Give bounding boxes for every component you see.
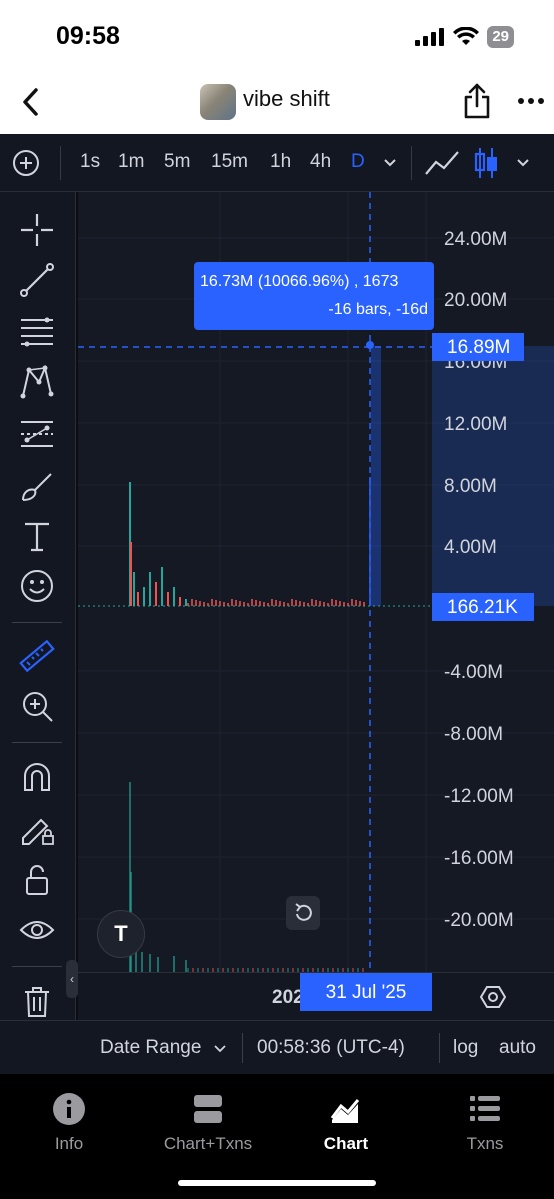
timeframe-1h[interactable]: 1h [270, 151, 291, 173]
txns-list-icon [470, 1096, 500, 1121]
battery-level: 29 [487, 26, 514, 48]
crosshair-price-tag: 16.89M [432, 333, 524, 361]
last-price-tag: 166.21K [432, 593, 534, 621]
fib-channel-icon[interactable] [17, 312, 57, 352]
tab-chart[interactable]: Chart [291, 1092, 401, 1154]
unlock-icon[interactable] [17, 860, 57, 900]
measure-bars: -16 bars, -16d [328, 301, 428, 318]
tab-txns[interactable]: Txns [430, 1092, 540, 1154]
drawing-toolbar [0, 192, 76, 1076]
divider [12, 742, 62, 743]
price-axis-label: -4.00M [444, 662, 503, 683]
trend-line-icon[interactable] [17, 260, 57, 300]
crosshair-date-tag: 31 Jul '25 [300, 973, 432, 1011]
trash-icon[interactable] [17, 982, 57, 1022]
tab-label: Chart [323, 1134, 369, 1153]
timeframe-15m[interactable]: 15m [211, 151, 248, 173]
crosshair-point [366, 341, 374, 349]
price-axis-label: 12.00M [444, 414, 507, 435]
price-axis-label: 4.00M [444, 537, 497, 558]
price-axis-label: -8.00M [444, 724, 503, 745]
candlestick-icon[interactable] [472, 146, 500, 180]
tab-chart-txns[interactable]: Chart+Txns [153, 1092, 263, 1154]
price-axis-label: 20.00M [444, 290, 507, 311]
chevron-down-icon[interactable] [516, 155, 530, 169]
divider [411, 146, 412, 180]
share-icon[interactable] [462, 82, 492, 120]
chart-icon [330, 1099, 360, 1123]
timeframe-toolbar: 1s 1m 5m 15m 1h 4h D [0, 134, 554, 192]
tab-label: Info [54, 1134, 84, 1153]
log-scale-toggle[interactable]: log [453, 1037, 478, 1059]
app-root: 09:58 29 vibe shift 1s 1m 5m 15m 1h 4h D… [0, 0, 554, 1199]
chart-area[interactable]: 24.00M 20.00M 16.00M 12.00M 8.00M 4.00M -4.00M… [78, 192, 554, 972]
add-symbol-icon[interactable] [12, 149, 40, 177]
crosshair-icon[interactable] [17, 210, 57, 250]
price-axis-label: -16.00M [444, 848, 514, 869]
timeframe-1m[interactable]: 1m [118, 151, 144, 173]
page-title: vibe shift [243, 86, 330, 111]
price-axis-label: 24.00M [444, 229, 507, 250]
chart-bottom-bar: Date Range 00:58:36 (UTC-4) log auto [0, 1020, 554, 1074]
eye-icon[interactable] [17, 910, 57, 950]
emoji-icon[interactable] [17, 566, 57, 606]
line-chart-icon[interactable] [424, 148, 460, 178]
clock-timezone[interactable]: 00:58:36 (UTC-4) [257, 1037, 405, 1059]
cellular-signal-icon [415, 28, 445, 46]
price-axis-label: 8.00M [444, 476, 497, 497]
text-tool-icon[interactable] [17, 516, 57, 556]
timeframe-4h[interactable]: 4h [310, 151, 331, 173]
magnet-icon[interactable] [17, 758, 57, 798]
info-icon [53, 1093, 85, 1125]
collapse-toolbar-button[interactable]: ‹ [66, 960, 78, 998]
tab-label: Txns [466, 1134, 504, 1153]
ruler-icon[interactable] [17, 636, 57, 676]
more-options-icon[interactable] [517, 94, 545, 108]
wifi-icon [453, 27, 480, 45]
time-axis[interactable]: 2025 31 Jul '25 [78, 972, 554, 1020]
status-bar: 09:58 29 [0, 0, 554, 72]
timeframe-1s[interactable]: 1s [80, 151, 100, 173]
timeframe-5m[interactable]: 5m [164, 151, 190, 173]
divider [60, 146, 61, 180]
price-axis-label: -20.00M [444, 910, 514, 931]
forecast-tool-icon[interactable] [17, 414, 57, 454]
chart-settings-icon[interactable] [480, 984, 506, 1010]
tab-label: Chart+Txns [163, 1134, 253, 1153]
measure-range [371, 346, 381, 606]
token-avatar [200, 84, 236, 120]
ruler-measure-box: 16.73M (10066.96%) , 1673 -16 bars, -16d [194, 262, 434, 330]
divider [12, 622, 62, 623]
reset-chart-icon[interactable] [286, 896, 320, 930]
zoom-in-icon[interactable] [17, 686, 57, 726]
divider [439, 1033, 440, 1063]
price-axis-label: -12.00M [444, 786, 514, 807]
divider [242, 1033, 243, 1063]
chevron-down-icon[interactable] [213, 1043, 227, 1055]
back-chevron-icon[interactable] [16, 84, 46, 120]
brush-icon[interactable] [17, 466, 57, 506]
home-indicator [178, 1180, 376, 1186]
date-range-button[interactable]: Date Range [100, 1037, 201, 1059]
lock-drawings-pencil-icon[interactable] [17, 808, 57, 848]
chevron-down-icon[interactable] [383, 155, 397, 169]
pattern-tool-icon[interactable] [17, 362, 57, 402]
status-time: 09:58 [56, 22, 120, 50]
timeframe-d[interactable]: D [351, 151, 365, 173]
tradingview-logo[interactable]: T [97, 910, 145, 958]
nav-bar: vibe shift [0, 72, 554, 134]
chart-txns-icon [194, 1095, 222, 1123]
measure-change: 16.73M (10066.96%) , 1673 [200, 273, 399, 290]
divider [12, 966, 62, 967]
auto-scale-toggle[interactable]: auto [499, 1037, 536, 1059]
tab-info[interactable]: Info [14, 1092, 124, 1154]
status-indicators: 29 [415, 26, 514, 48]
